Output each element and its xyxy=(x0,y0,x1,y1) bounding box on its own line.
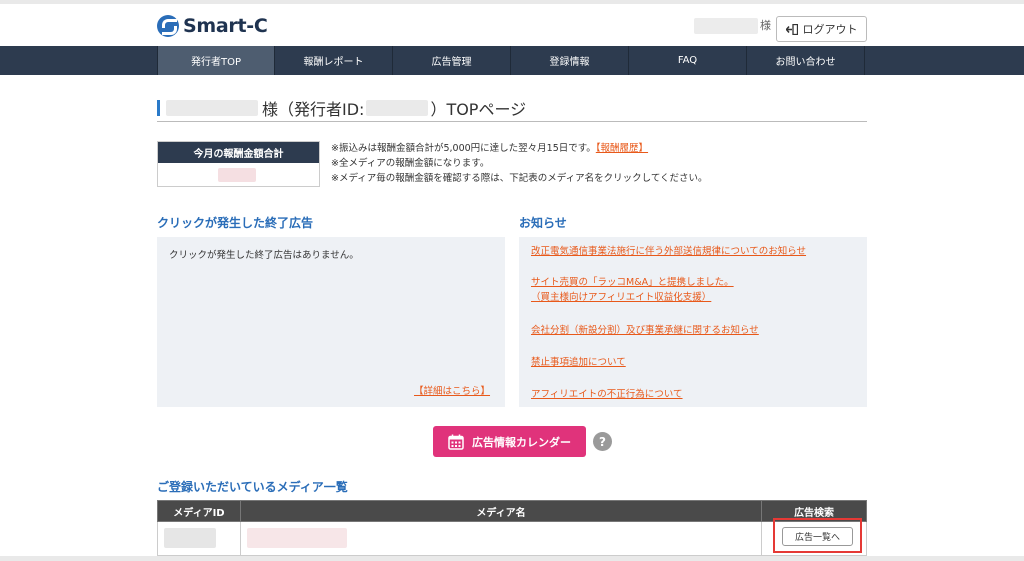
ad-list-button[interactable]: 広告一覧へ xyxy=(782,527,853,546)
note-line-3: ※メディア毎の報酬金額を確認する際は、下記表のメディア名をクリックしてください。 xyxy=(331,173,708,184)
publisher-name-redacted xyxy=(166,99,258,116)
news-item-line: （買主様向けアフィリエイト収益化支援） xyxy=(531,292,712,303)
media-list-heading: ご登録いただいているメディア一覧 xyxy=(157,480,348,494)
nav-item-registration[interactable]: 登録情報 xyxy=(511,46,629,75)
media-name-redacted xyxy=(246,528,347,548)
media-id-redacted xyxy=(164,528,216,548)
help-icon[interactable]: ? xyxy=(593,432,612,451)
news-item[interactable]: アフィリエイトの不正行為について xyxy=(531,387,683,402)
title-text-1: 様（発行者ID: xyxy=(262,99,365,119)
media-table: メディアID メディア名 広告検索 xyxy=(157,500,867,556)
nav-item-report[interactable]: 報酬レポート xyxy=(275,46,393,75)
publisher-id-redacted xyxy=(366,99,429,116)
bottom-strip xyxy=(0,556,1024,561)
logout-button[interactable]: ログアウト xyxy=(776,16,867,42)
news-item-line: サイト売買の「ラッコM&A」と提携しました。 xyxy=(531,277,734,288)
user-suffix: 様 xyxy=(760,19,771,32)
title-accent xyxy=(157,99,160,116)
nav-item-contact[interactable]: お問い合わせ xyxy=(747,46,865,75)
ended-ads-detail-link[interactable]: 【詳細はこちら】 xyxy=(414,383,490,397)
news-item[interactable]: 会社分割（新設分割）及び事業承継に関するお知らせ xyxy=(531,323,759,338)
news-panel: 改正電気通信事業法施行に伴う外部送信規律についてのお知らせ サイト売買の「ラッコ… xyxy=(519,237,867,407)
logo-text: Smart-C xyxy=(183,15,268,37)
ad-calendar-button[interactable]: 広告情報カレンダー xyxy=(433,426,586,457)
note-line-2: ※全メディアの報酬金額になります。 xyxy=(331,158,490,169)
col-media-name: メディア名 xyxy=(239,500,763,522)
nav-item-top[interactable]: 発行者TOP xyxy=(157,46,275,75)
monthly-total-redacted xyxy=(218,168,256,182)
nav-item-faq[interactable]: FAQ xyxy=(629,46,747,75)
monthly-total-box: 今月の報酬金額合計 xyxy=(157,141,320,187)
media-name-cell[interactable] xyxy=(239,521,763,556)
ended-ads-panel: クリックが発生した終了広告はありません。 【詳細はこちら】 xyxy=(157,237,505,407)
highlight-box: 広告一覧へ xyxy=(773,518,862,553)
news-item[interactable]: 改正電気通信事業法施行に伴う外部送信規律についてのお知らせ xyxy=(531,244,806,259)
news-item[interactable]: 禁止事項追加について xyxy=(531,355,626,370)
logo-icon xyxy=(157,15,179,37)
main-nav: 発行者TOP 報酬レポート 広告管理 登録情報 FAQ お問い合わせ xyxy=(0,46,1024,75)
news-heading: お知らせ xyxy=(519,216,567,230)
col-media-id: メディアID xyxy=(157,500,241,522)
calendar-icon xyxy=(448,434,464,450)
logout-label: ログアウト xyxy=(802,23,858,36)
header: Smart-C 様 ログアウト xyxy=(0,4,1024,46)
logout-icon xyxy=(785,23,798,35)
news-item[interactable]: サイト売買の「ラッコM&A」と提携しました。 （買主様向けアフィリエイト収益化支… xyxy=(531,275,734,305)
payment-notes: ※振込みは報酬金額合計が5,000円に達した翌々月15日です。【報酬履歴】 ※全… xyxy=(331,141,708,186)
page-title: 様（発行者ID: ）TOPページ xyxy=(157,94,867,122)
note-line-1: ※振込みは報酬金額合計が5,000円に達した翌々月15日です。 xyxy=(331,143,596,154)
monthly-total-heading: 今月の報酬金額合計 xyxy=(158,142,319,163)
payment-history-link[interactable]: 【報酬履歴】 xyxy=(596,143,648,154)
nav-item-ads[interactable]: 広告管理 xyxy=(393,46,511,75)
user-name-redacted xyxy=(694,18,758,34)
table-row xyxy=(157,521,867,556)
ended-ads-heading: クリックが発生した終了広告 xyxy=(157,216,314,230)
logo[interactable]: Smart-C xyxy=(157,13,268,39)
ad-calendar-label: 広告情報カレンダー xyxy=(472,435,571,449)
media-id-cell xyxy=(157,521,241,556)
title-text-2: ）TOPページ xyxy=(430,99,527,119)
ended-ads-empty: クリックが発生した終了広告はありません。 xyxy=(169,250,359,261)
